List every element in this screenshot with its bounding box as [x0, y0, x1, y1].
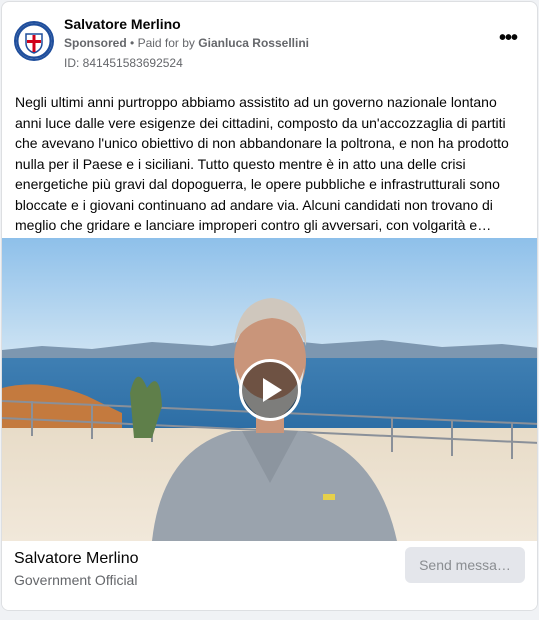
send-message-button[interactable]: Send messa…: [405, 547, 525, 583]
play-button[interactable]: [239, 359, 301, 421]
ad-card: Salvatore Merlino Sponsored • Paid for b…: [1, 1, 538, 611]
page-avatar[interactable]: [14, 21, 54, 61]
video-thumbnail[interactable]: [2, 238, 537, 541]
post-body-text: Negli ultimi anni purtroppo abbiamo assi…: [15, 94, 509, 233]
paid-for-name: Gianluca Rossellini: [198, 36, 309, 50]
paid-for-prefix: Paid for by: [137, 36, 195, 50]
post-header: Salvatore Merlino Sponsored • Paid for b…: [2, 2, 537, 82]
footer-page-name[interactable]: Salvatore Merlino: [14, 550, 139, 568]
more-options-button[interactable]: •••: [493, 27, 523, 54]
shield-logo-icon: [16, 23, 52, 59]
ad-id: ID: 841451583692524: [64, 56, 183, 70]
play-icon: [263, 378, 282, 402]
separator-dot: •: [130, 36, 135, 50]
footer-page-category: Government Official: [14, 572, 138, 588]
more-horizontal-icon: •••: [498, 27, 518, 49]
post-footer: Salvatore Merlino Government Official Se…: [2, 541, 537, 610]
page-name[interactable]: Salvatore Merlino: [64, 16, 181, 32]
sponsored-info: Sponsored • Paid for by Gianluca Rossell…: [64, 36, 309, 50]
sponsored-label: Sponsored: [64, 36, 127, 50]
